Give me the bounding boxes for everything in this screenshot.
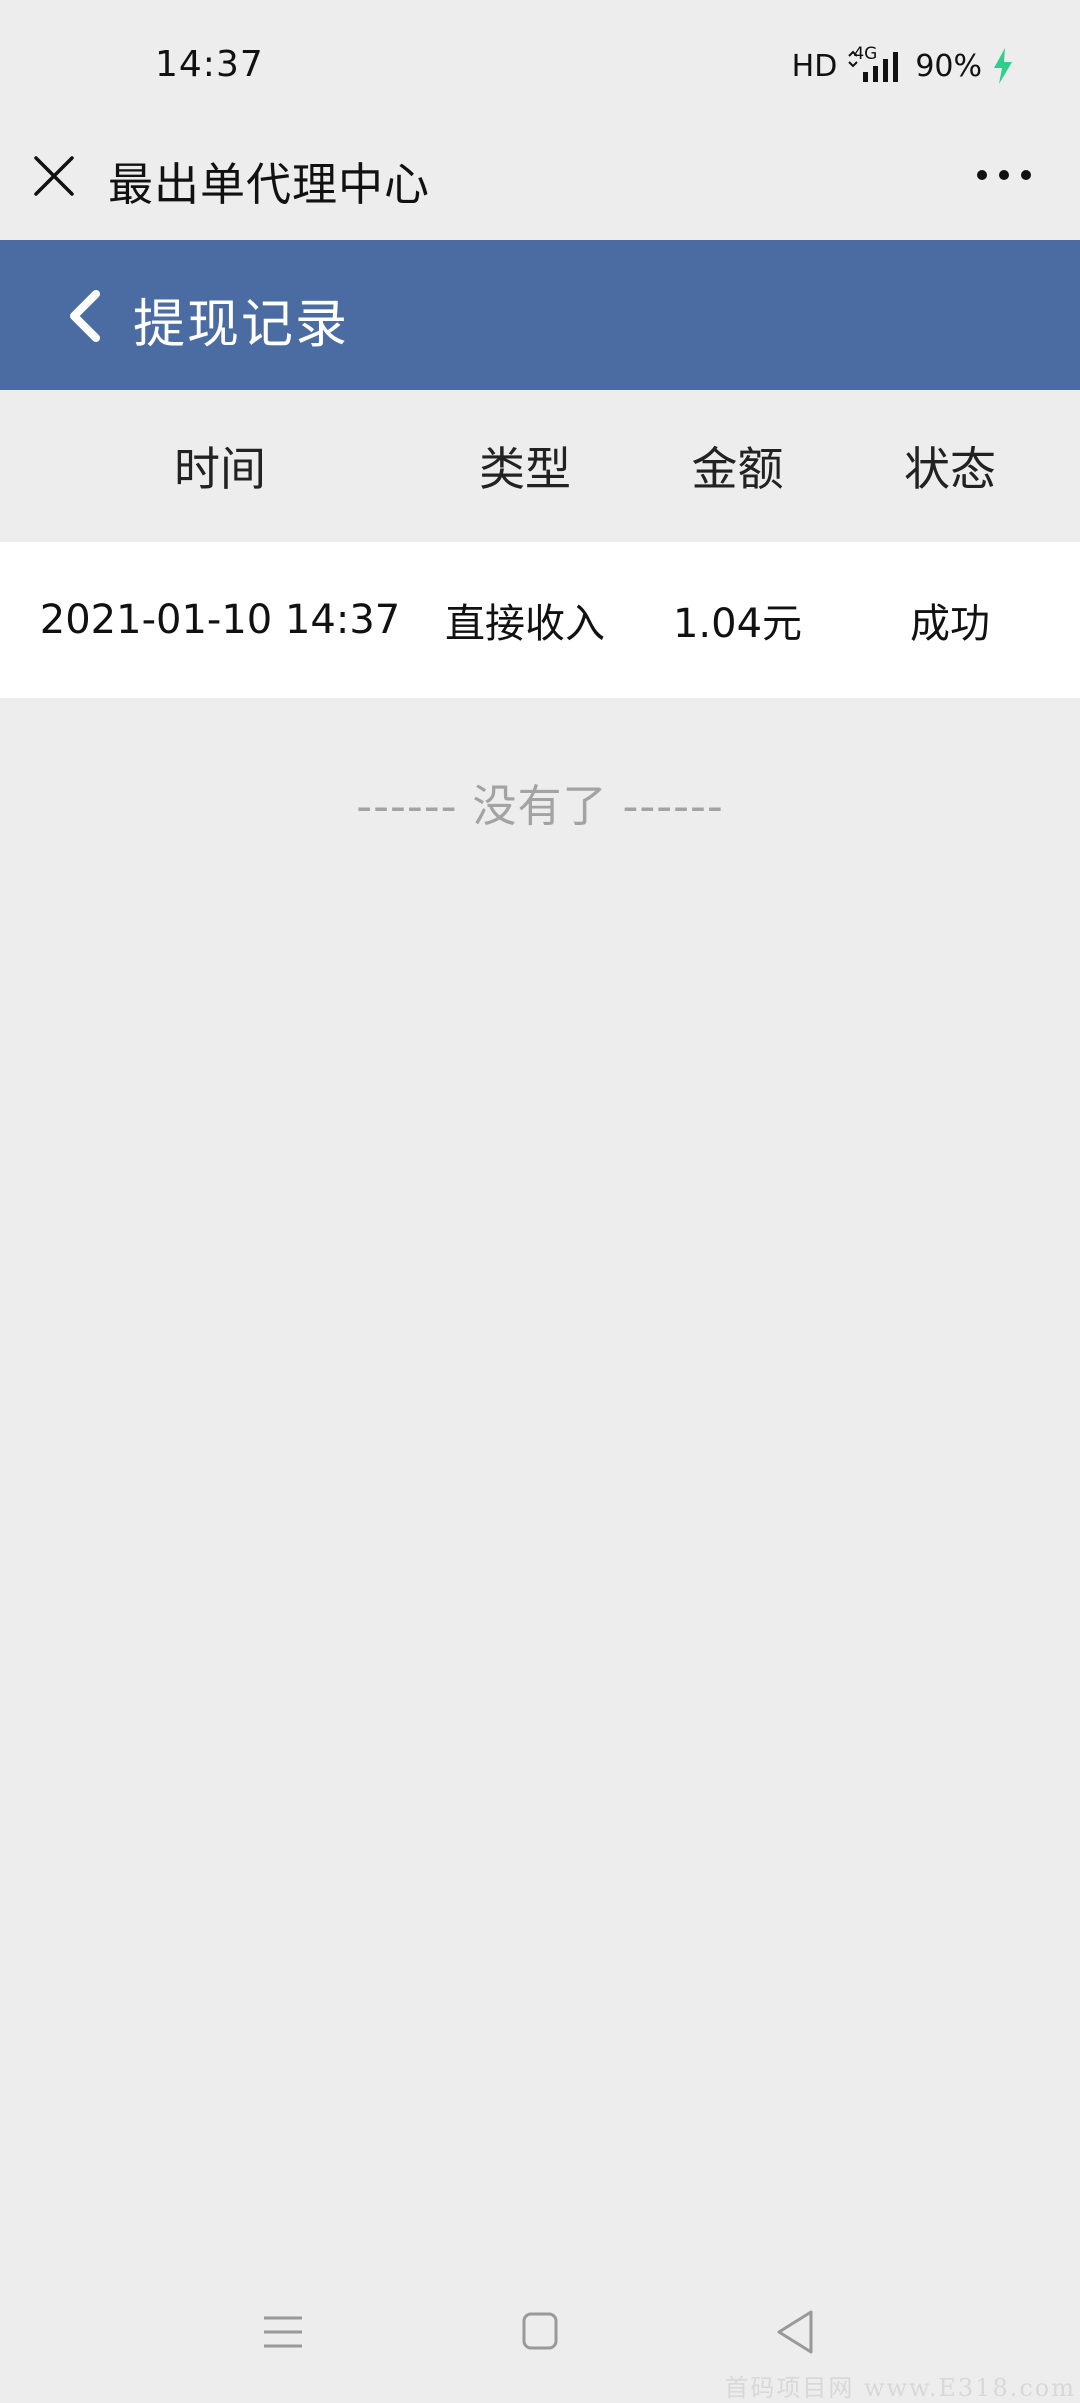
- status-indicators: HD 4G 90%: [791, 44, 1014, 84]
- home-square-icon[interactable]: [521, 2310, 559, 2352]
- status-time: 14:37: [155, 44, 264, 85]
- titlebar-title: 最出单代理中心: [108, 158, 431, 211]
- back-triangle-icon[interactable]: [775, 2308, 815, 2356]
- webview-titlebar: 最出单代理中心: [0, 130, 1080, 240]
- row-status: 成功: [910, 601, 990, 647]
- chevron-left-icon[interactable]: [62, 288, 106, 344]
- navigation-bar: [0, 2290, 1080, 2380]
- column-header-status: 状态: [904, 442, 996, 496]
- close-icon[interactable]: [32, 154, 76, 198]
- row-type: 直接收入: [445, 601, 605, 647]
- row-amount: 1.04元: [672, 601, 803, 647]
- end-of-list-text: ------ 没有了 ------: [356, 781, 724, 832]
- signal-icon: 4G: [847, 44, 905, 84]
- column-header-time: 时间: [174, 442, 266, 496]
- hd-label: HD: [791, 48, 838, 84]
- column-header-type: 类型: [479, 442, 571, 496]
- table-row: 2021-01-10 14:37 直接收入 1.04元 成功: [0, 542, 1080, 698]
- column-header-amount: 金额: [691, 442, 784, 496]
- battery-percent: 90%: [915, 48, 982, 84]
- page-title: 提现记录: [133, 295, 350, 355]
- network-label: 4G: [853, 44, 878, 64]
- charging-icon: [992, 48, 1014, 84]
- table-header: 时间 类型 金额 状态: [0, 390, 1080, 542]
- watermark-text: 首码项目网 www.E318.com: [724, 2374, 1076, 2402]
- page-header: 提现记录: [0, 240, 1080, 390]
- menu-icon[interactable]: [262, 2312, 304, 2352]
- row-time: 2021-01-10 14:37: [39, 597, 401, 643]
- status-bar: 14:37 HD 4G 90%: [0, 0, 1080, 130]
- more-icon[interactable]: [976, 160, 1032, 190]
